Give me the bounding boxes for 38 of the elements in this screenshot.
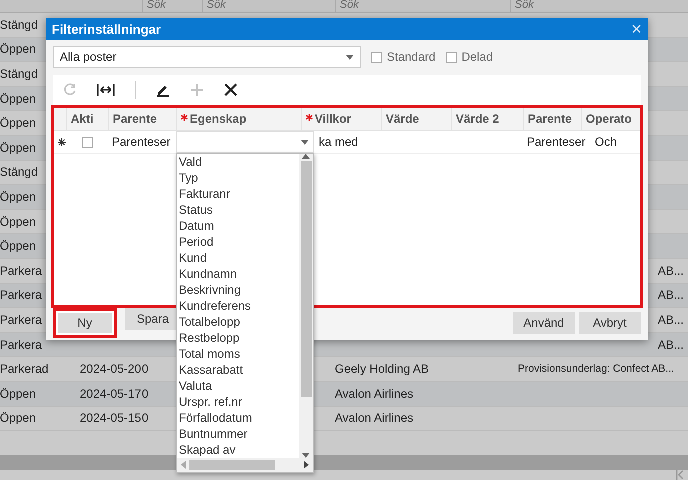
table-cell: Stängd [0,18,38,32]
table-cell: Öppen [0,92,36,106]
table-cell: Öppen [0,140,36,155]
dialog-title: Filterinställningar [52,22,162,36]
table-cell: Parkera [0,312,42,327]
table-cell: Öppen [0,42,36,56]
table-cell: Avalon Airlines [335,411,414,426]
table-cell: Parenteser [112,135,171,149]
table-cell: Parkerad [0,362,49,376]
table-cell: 0 [142,362,149,376]
table-cell-text: AB... [658,264,685,278]
table-cell-text: AB... [658,288,685,302]
table-cell: 2024-05-17 [80,386,142,401]
table-cell: 0 [142,386,149,401]
table-cell-text: AB... [658,338,685,352]
table-cell: 2024-05-20 [80,362,142,376]
checkbox-label: Standard [387,50,436,64]
table-cell: ka med [319,135,358,149]
table-cell: Öppen [0,386,36,401]
table-cell: Stängd [0,165,38,180]
table-cell: Parkera [0,338,42,352]
table-cell: Parkera [0,264,42,278]
table-cell: Avalon Airlines [335,386,414,401]
table-cell: Öppen [0,214,36,229]
table-cell: Parkera [0,288,42,302]
table-cell-text: AB... [658,312,685,327]
table-cell: Öppen [0,116,36,130]
table-cell: Stängd [0,66,38,81]
table-cell-text: Provisionsunderlag: Confect AB... [517,363,676,376]
table-cell: Öppen [0,411,36,426]
table-cell: 2024-05-15 [80,411,142,426]
checkbox-label: Delad [462,50,494,64]
table-cell: Parenteser [527,135,586,149]
table-cell: 0 [142,411,149,426]
table-cell: Öppen [0,190,36,204]
table-cell: Öppen [0,239,36,254]
table-cell: Och [595,135,618,149]
table-cell: Geely Holding AB [335,362,430,376]
